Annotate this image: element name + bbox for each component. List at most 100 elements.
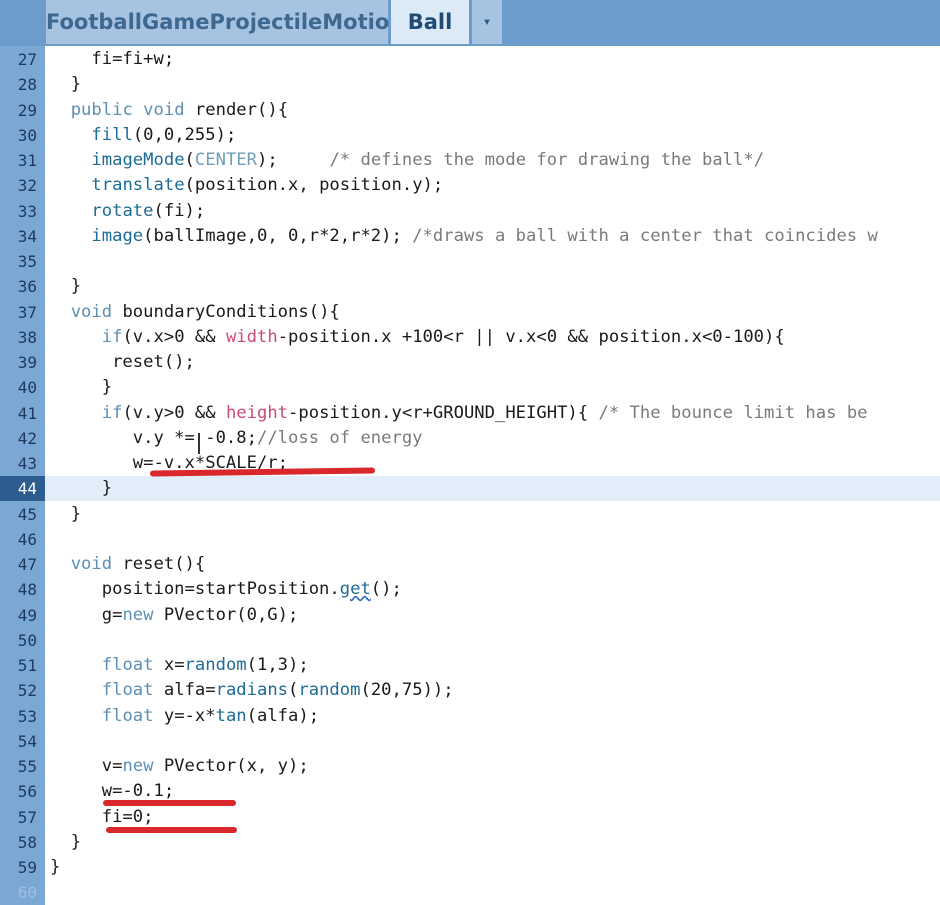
code-line[interactable]: 35 [0, 249, 940, 274]
code-line[interactable]: 28 } [0, 72, 940, 98]
code-line[interactable]: 45 } [0, 501, 940, 527]
code-text[interactable]: float y=-x*tan(alfa); [50, 704, 319, 729]
code-line[interactable]: 36 } [0, 274, 940, 300]
code-token: PVector(x, y); [153, 756, 309, 776]
code-line[interactable]: 59} [0, 855, 940, 880]
code-line[interactable]: 30 fill(0,0,255); [0, 122, 940, 148]
code-token: (alfa); [246, 705, 320, 726]
code-text[interactable]: float x=random(1,3); [50, 653, 309, 678]
code-line[interactable]: 60 [0, 880, 940, 905]
code-text[interactable]: void reset(){ [50, 552, 206, 577]
code-text[interactable]: g=new PVector(0,G); [50, 603, 299, 628]
code-line[interactable]: 41 if(v.y>0 && height-position.y<r+GROUN… [0, 400, 940, 426]
code-token: void [70, 301, 113, 322]
line-number: 51 [0, 653, 45, 678]
line-number: 45 [0, 501, 45, 527]
code-token: if [101, 402, 123, 423]
code-line[interactable]: 49 g=new PVector(0,G); [0, 602, 940, 628]
code-line[interactable]: 27 fi=fi+w; [0, 47, 940, 72]
code-line[interactable]: 53 float y=-x*tan(alfa); [0, 703, 940, 729]
code-line[interactable]: 57 fi=0; [0, 804, 940, 830]
code-line[interactable]: 34 image(ballImage,0, 0,r*2,r*2); /*draw… [0, 223, 940, 249]
code-token: fi=0; [50, 806, 154, 827]
line-number: 46 [0, 526, 45, 552]
code-text[interactable]: if(v.y>0 && height-position.y<r+GROUND_H… [50, 401, 868, 426]
line-number: 38 [0, 324, 45, 350]
code-line[interactable]: 42 v.y *= -0.8;//loss of energy [0, 425, 940, 451]
code-text[interactable]: void boundaryConditions(){ [50, 300, 340, 325]
code-text[interactable]: } [50, 274, 81, 299]
code-token: //loss of energy [256, 427, 423, 448]
code-text[interactable]: fill(0,0,255); [50, 123, 236, 148]
code-text[interactable]: } [50, 855, 60, 880]
line-number: 29 [0, 97, 45, 123]
code-line[interactable]: 33 rotate(fi); [0, 198, 940, 224]
code-line[interactable]: 32 translate(position.x, position.y); [0, 173, 940, 199]
code-text[interactable]: fi=fi+w; [50, 47, 174, 72]
line-number: 30 [0, 122, 45, 148]
code-line[interactable]: 38 if(v.x>0 && width-position.x +100<r |… [0, 324, 940, 350]
line-number: 34 [0, 223, 45, 249]
code-line[interactable]: 50 [0, 627, 940, 653]
code-token: if [101, 326, 123, 347]
code-token: float [101, 655, 154, 675]
code-line[interactable]: 44 } [0, 476, 940, 502]
code-token: radians [215, 680, 289, 701]
code-text[interactable]: v.y *= -0.8;//loss of energy [50, 426, 423, 451]
code-text[interactable]: imageMode(CENTER); /* defines the mode f… [50, 148, 764, 173]
code-token: ( [184, 150, 195, 170]
tab-menu-dropdown-icon[interactable]: ▾ [472, 0, 502, 44]
line-number: 33 [0, 198, 45, 224]
code-editor[interactable]: 27 fi=fi+w; 28 } 29 public void render(){3… [0, 46, 940, 905]
code-line[interactable]: 58 } [0, 829, 940, 855]
code-text[interactable]: } [50, 830, 81, 855]
code-line[interactable]: 48 position=startPosition.get(); [0, 577, 940, 603]
code-line[interactable]: 51 float x=random(1,3); [0, 653, 940, 678]
code-token: ); [257, 150, 330, 170]
code-line[interactable]: 39 reset(); [0, 350, 940, 375]
code-text[interactable]: if(v.x>0 && width-position.x +100<r || v… [50, 325, 785, 350]
code-token: x= [153, 655, 185, 675]
code-line[interactable]: 43 w=-v.x*SCALE/r; [0, 451, 940, 476]
code-text[interactable]: translate(position.x, position.y); [50, 173, 443, 198]
code-text[interactable]: } [50, 502, 81, 527]
code-text[interactable]: float alfa=radians(random(20,75)); [50, 678, 454, 703]
code-token: tan [215, 705, 247, 726]
code-text[interactable]: public void render(){ [50, 98, 288, 123]
code-line[interactable]: 55 v=new PVector(x, y); [0, 754, 940, 779]
code-text[interactable]: reset(); [50, 350, 195, 375]
line-number: 27 [0, 47, 45, 72]
line-number: 36 [0, 274, 45, 300]
tab-ball[interactable]: Ball [391, 0, 469, 44]
code-token: reset(){ [112, 554, 206, 574]
code-line[interactable]: 31 imageMode(CENTER); /* defines the mod… [0, 148, 940, 173]
code-text[interactable]: fi=0; [50, 805, 154, 830]
code-line[interactable]: 46 [0, 526, 940, 552]
code-line[interactable]: 52 float alfa=radians(random(20,75)); [0, 678, 940, 704]
code-line[interactable]: 40 } [0, 375, 940, 401]
code-token: (position.x, position.y); [184, 175, 444, 196]
code-text[interactable]: position=startPosition.get(); [50, 577, 402, 602]
code-text[interactable]: rotate(fi); [50, 199, 205, 224]
tab-footballgameprojectilemotion[interactable]: FootballGameProjectileMotion [46, 0, 404, 44]
code-text[interactable]: } [50, 375, 112, 400]
line-number: 54 [0, 728, 45, 754]
line-number: 59 [0, 855, 45, 880]
code-text[interactable]: } [50, 476, 112, 501]
code-text[interactable]: image(ballImage,0, 0,r*2,r*2); /*draws a… [50, 224, 877, 249]
code-token: boundaryConditions(){ [112, 301, 340, 322]
code-token: ( [288, 680, 299, 701]
code-line[interactable]: 54 [0, 728, 940, 754]
code-token: v= [50, 756, 123, 776]
code-line[interactable]: 47 void reset(){ [0, 552, 940, 577]
code-line[interactable]: 29 public void render(){ [0, 97, 940, 123]
code-text[interactable]: } [50, 72, 81, 97]
code-token: (ballImage,0, 0,r*2,r*2); [143, 225, 413, 246]
code-text[interactable]: v=new PVector(x, y); [50, 754, 309, 779]
code-token: (); [370, 579, 402, 600]
code-line[interactable]: 37 void boundaryConditions(){ [0, 299, 940, 325]
